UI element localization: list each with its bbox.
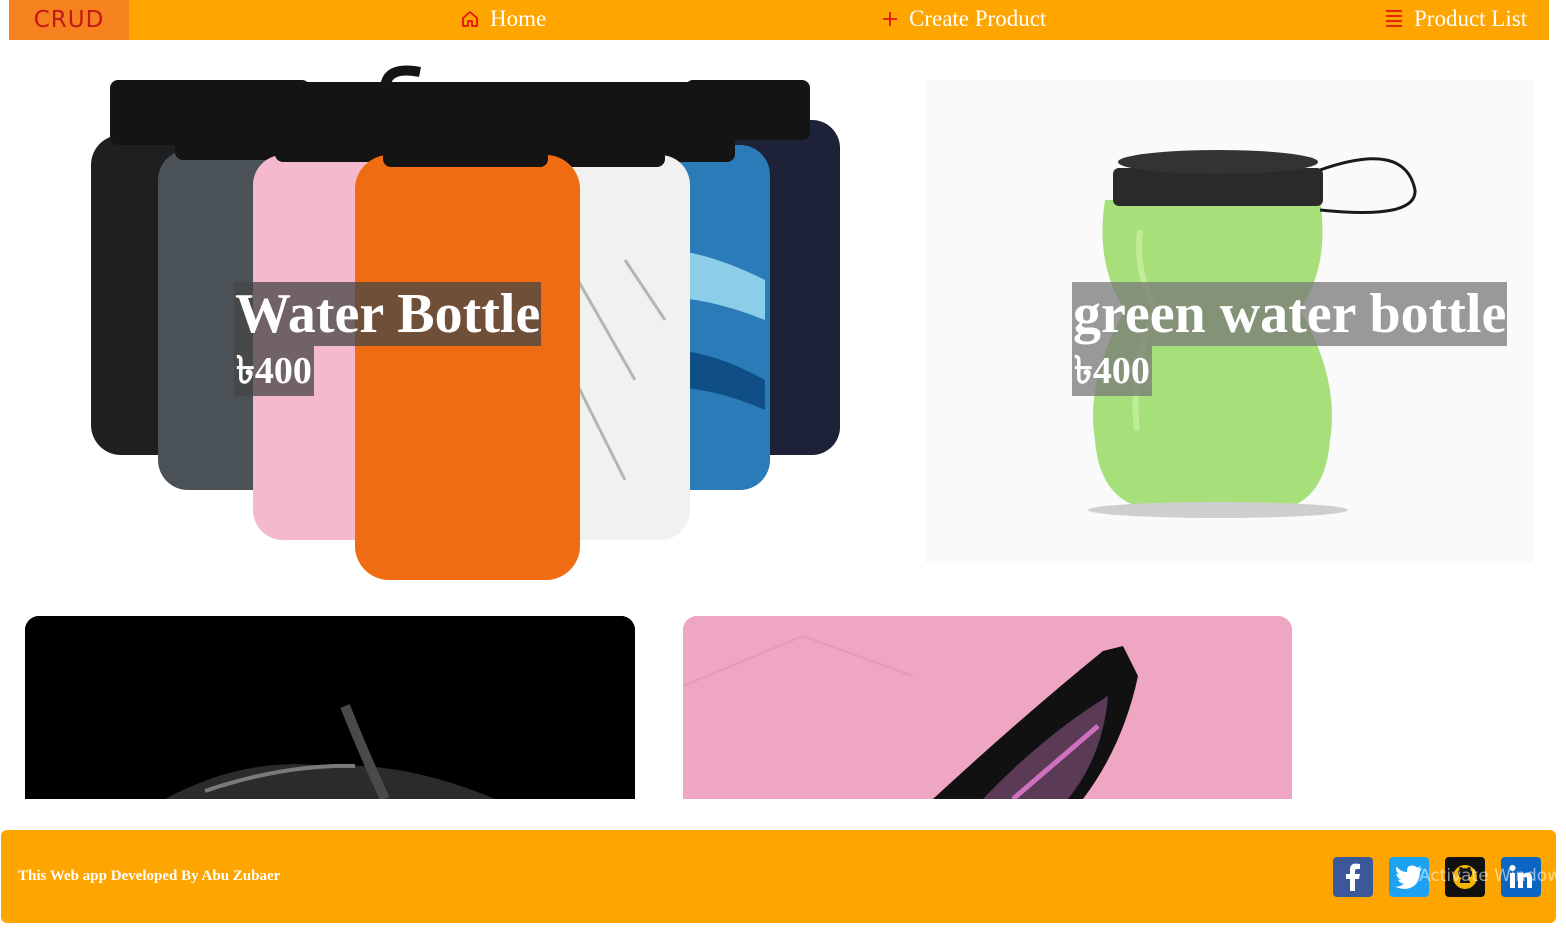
navbar: CRUD Home Create Product Product List — [9, 0, 1549, 40]
product-price: ৳400 — [1072, 346, 1152, 396]
list-icon — [1384, 8, 1404, 30]
product-name: green water bottle — [1072, 282, 1508, 346]
headphones-image — [25, 616, 635, 799]
nav-product-list-link[interactable]: Product List — [1384, 0, 1527, 38]
nav-create-product-link[interactable]: Create Product — [881, 0, 1046, 38]
nav-home-label: Home — [490, 6, 547, 31]
developer-credit: This Web app Developed By Abu Zubaer — [18, 868, 281, 884]
product-card-sunglasses[interactable] — [683, 616, 1292, 799]
sunglasses-image — [683, 616, 1292, 799]
product-price: ৳400 — [234, 346, 314, 396]
product-info-green-water-bottle: green water bottle ৳400 — [1072, 282, 1508, 396]
facebook-link[interactable] — [1333, 857, 1373, 897]
product-card-headphones[interactable] — [25, 616, 635, 799]
os-activation-watermark: Activate Window — [1419, 866, 1562, 886]
plus-icon — [881, 10, 899, 28]
product-name: Water Bottle — [234, 282, 542, 346]
product-info-water-bottle: Water Bottle ৳400 — [234, 282, 542, 396]
footer: This Web app Developed By Abu Zubaer Act… — [1, 830, 1561, 923]
nav-home-link[interactable]: Home — [460, 0, 546, 38]
nav-create-product-label: Create Product — [909, 6, 1047, 31]
home-icon — [460, 9, 480, 29]
app-logo[interactable]: CRUD — [9, 0, 129, 40]
nav-product-list-label: Product List — [1414, 6, 1528, 31]
facebook-icon — [1346, 863, 1360, 891]
